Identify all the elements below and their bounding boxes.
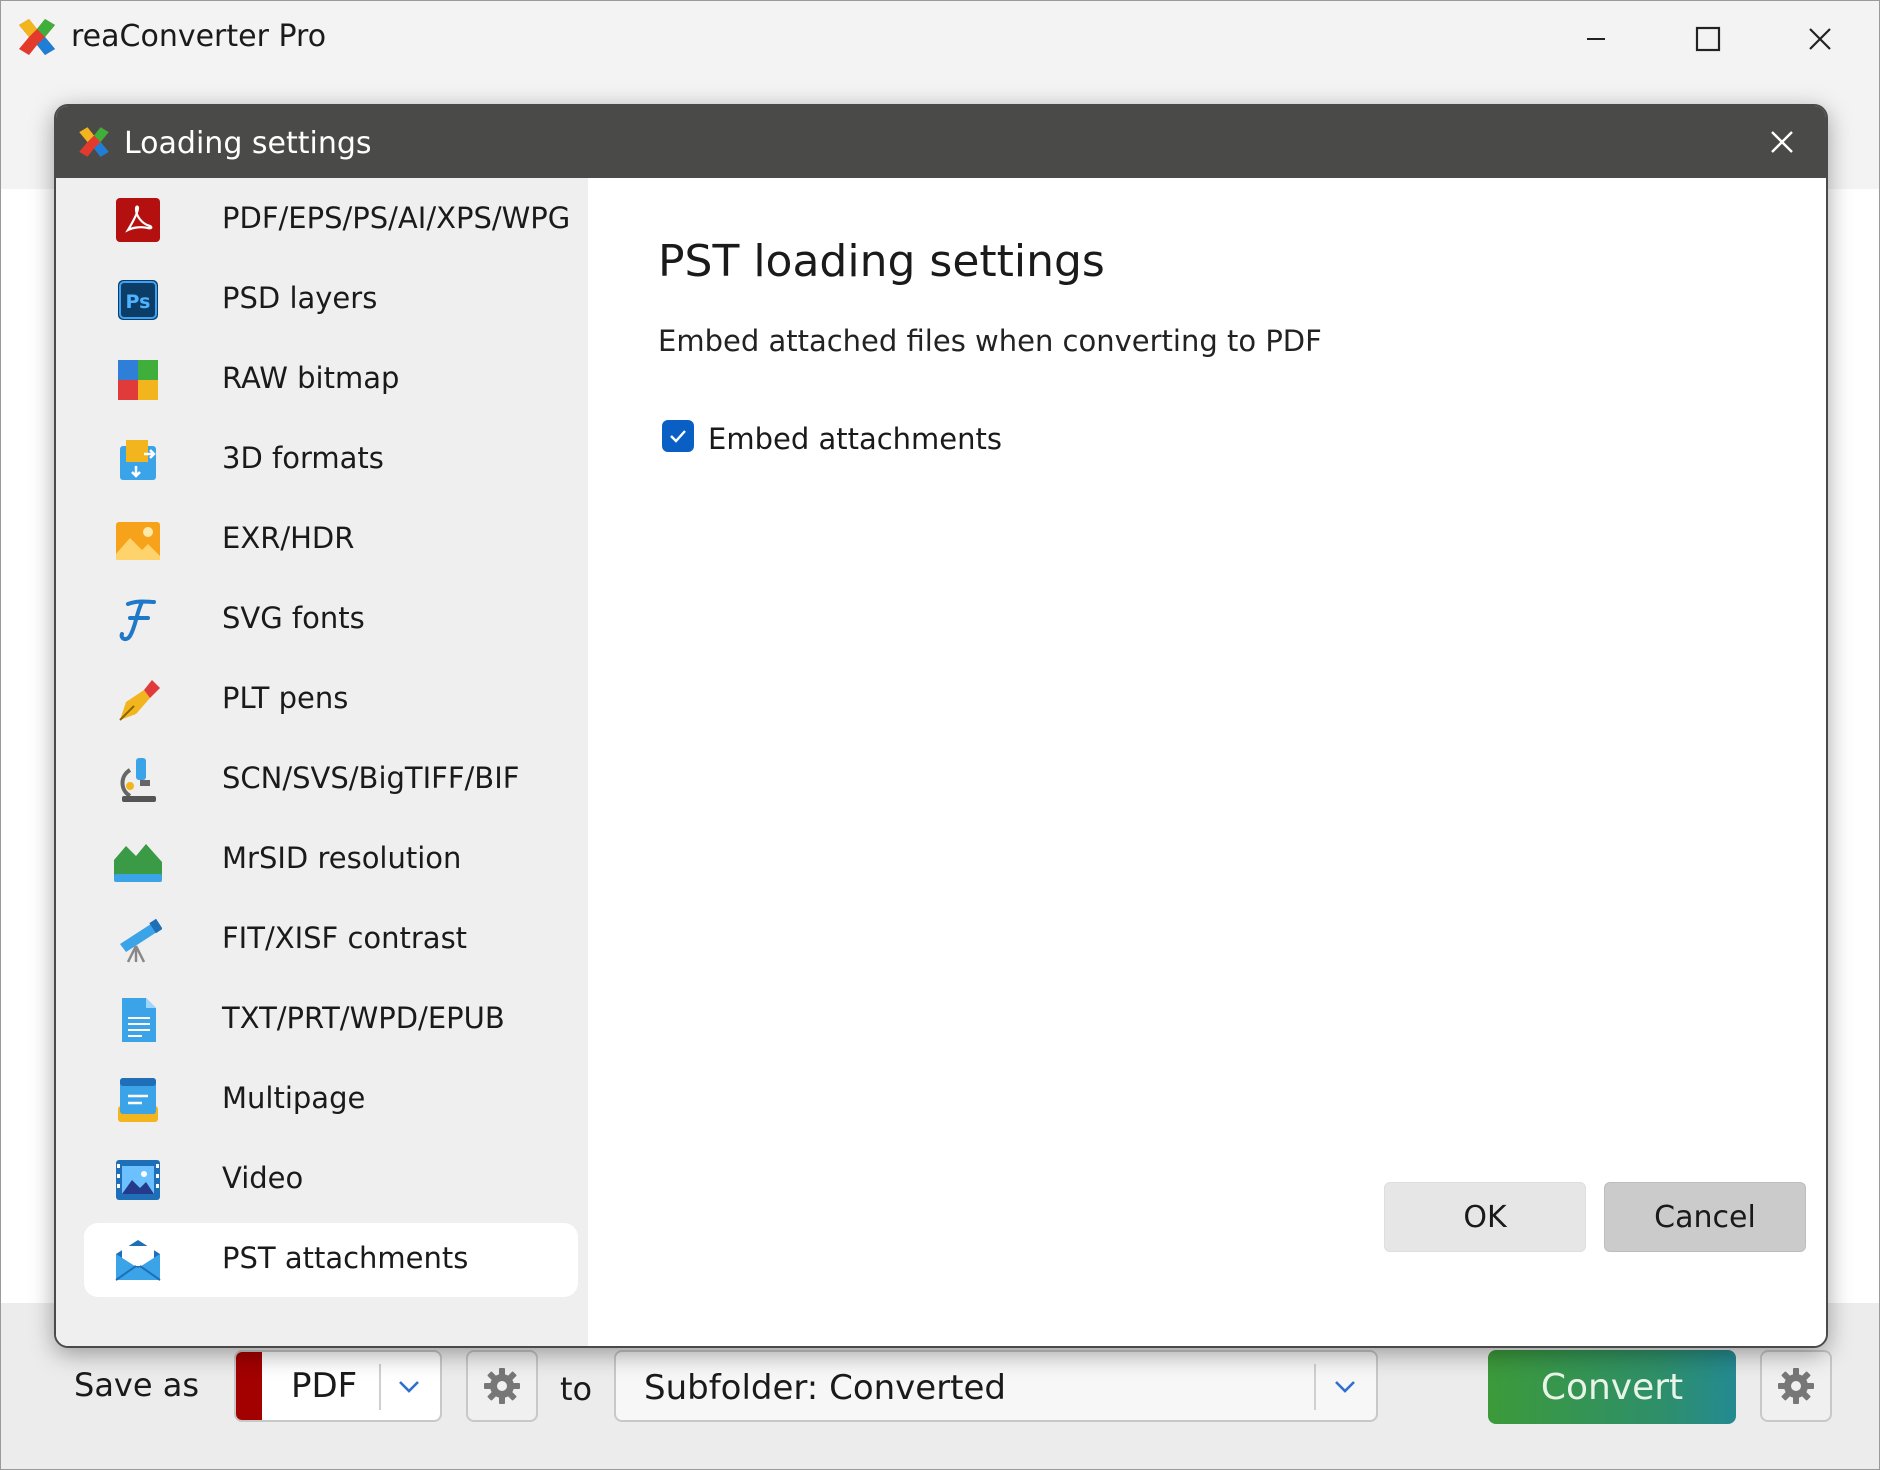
app-title: reaConverter Pro	[71, 19, 327, 54]
close-icon[interactable]	[1766, 126, 1798, 158]
raw-bitmap-icon	[118, 360, 158, 400]
minimize-icon	[1587, 38, 1605, 40]
reaconverter-logo-icon	[79, 127, 109, 157]
envelope-icon	[115, 1240, 161, 1281]
embed-attachments-label[interactable]: Embed attachments	[708, 422, 1002, 456]
settings-content-panel: PST loading settings Embed attached file…	[588, 178, 1826, 1346]
sidebar-item-label: TXT/PRT/WPD/EPUB	[222, 1001, 505, 1035]
chevron-down-icon[interactable]	[1330, 1372, 1360, 1402]
convert-settings-button[interactable]	[1760, 1350, 1832, 1422]
text-document-icon	[122, 998, 156, 1042]
maximize-icon	[1695, 26, 1721, 52]
destination-separator	[1314, 1364, 1316, 1410]
format-settings-button[interactable]	[466, 1350, 538, 1422]
sidebar-item-label: SCN/SVS/BigTIFF/BIF	[222, 761, 520, 795]
sidebar-item-raw[interactable]: RAW bitmap	[84, 343, 578, 417]
sidebar-item-svg-fonts[interactable]: SVG fonts	[84, 583, 578, 657]
minimize-button[interactable]	[1541, 9, 1651, 69]
pdf-icon	[116, 198, 160, 242]
format-dropdown[interactable]: PDF	[234, 1350, 442, 1422]
sidebar-item-fit-xisf[interactable]: FIT/XISF contrast	[84, 903, 578, 977]
panel-title: PST loading settings	[658, 236, 1105, 287]
sidebar-item-psd[interactable]: Ps PSD layers	[84, 263, 578, 337]
ok-button[interactable]: OK	[1384, 1182, 1586, 1252]
sidebar-item-label: EXR/HDR	[222, 521, 355, 555]
checkmark-icon	[670, 430, 686, 443]
sidebar-item-pdf[interactable]: PDF/EPS/PS/AI/XPS/WPG	[84, 183, 578, 257]
sidebar-item-video[interactable]: Video	[84, 1143, 578, 1217]
sidebar-item-mrsid[interactable]: MrSID resolution	[84, 823, 578, 897]
gear-icon	[1778, 1368, 1814, 1404]
sidebar-item-label: MrSID resolution	[222, 841, 462, 875]
format-color-swatch	[236, 1352, 262, 1420]
film-icon	[116, 1160, 160, 1200]
telescope-icon	[120, 918, 162, 963]
sidebar-item-exr-hdr[interactable]: EXR/HDR	[84, 503, 578, 577]
sidebar-item-multipage[interactable]: Multipage	[84, 1063, 578, 1137]
embed-attachments-checkbox[interactable]	[662, 420, 694, 452]
sidebar-item-label: PSD layers	[222, 281, 378, 315]
format-separator	[379, 1364, 381, 1410]
chevron-down-icon[interactable]	[394, 1372, 424, 1402]
sidebar-item-label: FIT/XISF contrast	[222, 921, 468, 955]
pen-icon	[119, 680, 160, 721]
sidebar-item-label: Video	[222, 1161, 304, 1195]
gear-icon	[484, 1368, 520, 1404]
sidebar-item-label: PST attachments	[222, 1241, 469, 1275]
sidebar-item-plt-pens[interactable]: PLT pens	[84, 663, 578, 737]
close-icon	[1809, 28, 1831, 50]
panel-description: Embed attached files when converting to …	[658, 324, 1322, 358]
settings-sidebar: PDF/EPS/PS/AI/XPS/WPG Ps PSD layers RAW …	[56, 178, 588, 1346]
sidebar-item-label: RAW bitmap	[222, 361, 400, 395]
reaconverter-logo-icon	[19, 19, 55, 55]
font-icon	[119, 599, 156, 642]
sidebar-item-label: Multipage	[222, 1081, 366, 1115]
format-value: PDF	[291, 1366, 358, 1406]
microscope-icon	[120, 758, 156, 802]
sidebar-item-label: 3D formats	[222, 441, 384, 475]
sidebar-item-label: PDF/EPS/PS/AI/XPS/WPG	[222, 201, 571, 235]
sidebar-item-pst[interactable]: PST attachments	[84, 1223, 578, 1297]
dialog-title: Loading settings	[124, 126, 372, 161]
sidebar-item-scn-svs[interactable]: SCN/SVS/BigTIFF/BIF	[84, 743, 578, 817]
close-window-button[interactable]	[1765, 9, 1875, 69]
sidebar-item-3d[interactable]: 3D formats	[84, 423, 578, 497]
convert-button[interactable]: Convert	[1488, 1350, 1736, 1424]
photoshop-icon: Ps	[118, 280, 158, 320]
sidebar-item-label: SVG fonts	[222, 601, 365, 635]
sidebar-item-label: PLT pens	[222, 681, 349, 715]
cancel-button[interactable]: Cancel	[1604, 1182, 1806, 1252]
landscape-icon	[114, 844, 162, 882]
svg-text:Ps: Ps	[126, 291, 151, 313]
3d-cube-icon	[120, 440, 156, 480]
dialog-titlebar: Loading settings	[56, 106, 1826, 178]
save-as-label: Save as	[74, 1366, 199, 1404]
destination-value: Subfolder: Converted	[644, 1368, 1007, 1408]
app-titlebar: reaConverter Pro	[1, 1, 1879, 77]
destination-dropdown[interactable]: Subfolder: Converted	[614, 1350, 1378, 1422]
to-label: to	[560, 1370, 593, 1408]
sidebar-item-txt[interactable]: TXT/PRT/WPD/EPUB	[84, 983, 578, 1057]
loading-settings-dialog: Loading settings PDF/EPS/PS/AI/XPS/WPG P…	[54, 104, 1828, 1348]
stack-icon	[118, 1078, 158, 1122]
maximize-button[interactable]	[1653, 9, 1763, 69]
image-sun-icon	[116, 522, 160, 560]
